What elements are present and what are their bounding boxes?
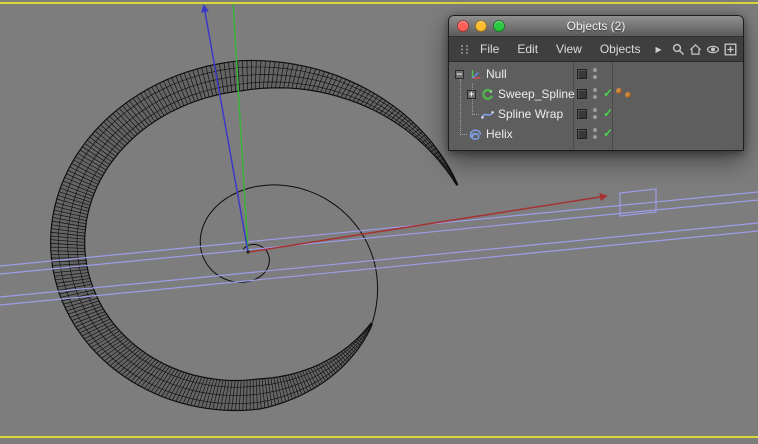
object-tree: − Null + Sweep_Spline ✓ Spline Wrap ✓ He… [449, 62, 743, 150]
spline-wrap-icon [480, 107, 494, 121]
menu-item-file[interactable]: File [471, 42, 508, 56]
window-title: Objects (2) [566, 19, 626, 33]
object-row-sweep-spline[interactable]: + Sweep_Spline ✓ [449, 84, 743, 104]
enabled-checkbox[interactable]: ✓ [603, 86, 613, 100]
visibility-toggles [593, 108, 597, 119]
render-visibility-dot[interactable] [593, 115, 597, 119]
object-label[interactable]: Sweep_Spline [498, 87, 575, 101]
visibility-toggles [593, 68, 597, 79]
menu-item-view[interactable]: View [547, 42, 591, 56]
menu-item-edit[interactable]: Edit [508, 42, 547, 56]
eye-icon[interactable] [706, 42, 720, 57]
collapse-expander-icon[interactable]: − [455, 69, 464, 79]
add-object-icon[interactable] [724, 42, 737, 57]
menu-item-objects[interactable]: Objects [591, 42, 650, 56]
visibility-toggles [593, 88, 597, 99]
render-visibility-dot[interactable] [593, 95, 597, 99]
enabled-checkbox[interactable]: ✓ [603, 106, 613, 120]
null-axis-icon [468, 67, 482, 81]
expand-expander-icon[interactable]: + [467, 89, 476, 99]
object-row-spline-wrap[interactable]: Spline Wrap ✓ [449, 104, 743, 124]
helix-icon [468, 127, 482, 141]
grip-icon[interactable] [460, 42, 469, 57]
enabled-checkbox[interactable]: ✓ [603, 126, 613, 140]
object-row-null[interactable]: − Null [449, 64, 743, 84]
object-manager-window: Objects (2) File Edit View Objects ▶ − N… [448, 15, 744, 151]
layer-toggle[interactable] [577, 109, 587, 119]
editor-visibility-dot[interactable] [593, 88, 597, 92]
panel-titlebar[interactable]: Objects (2) [449, 16, 743, 37]
viewport-border-top [0, 2, 758, 4]
menu-bar: File Edit View Objects ▶ [449, 37, 743, 62]
layer-toggle[interactable] [577, 69, 587, 79]
object-row-helix[interactable]: Helix ✓ [449, 124, 743, 144]
editor-visibility-dot[interactable] [593, 128, 597, 132]
menu-overflow-arrow[interactable]: ▶ [650, 45, 668, 54]
editor-visibility-dot[interactable] [593, 68, 597, 72]
visibility-toggles [593, 128, 597, 139]
sweep-icon [480, 87, 494, 101]
tag-dot-icon[interactable] [625, 92, 631, 98]
object-tags [616, 88, 631, 98]
search-icon[interactable] [672, 42, 685, 57]
render-visibility-dot[interactable] [593, 75, 597, 79]
layer-toggle[interactable] [577, 129, 587, 139]
home-icon[interactable] [689, 42, 702, 57]
viewport-border-bottom [0, 436, 758, 438]
object-label[interactable]: Spline Wrap [498, 107, 563, 121]
render-visibility-dot[interactable] [593, 135, 597, 139]
editor-visibility-dot[interactable] [593, 108, 597, 112]
layer-toggle[interactable] [577, 89, 587, 99]
object-label[interactable]: Null [486, 67, 507, 81]
object-label[interactable]: Helix [486, 127, 513, 141]
tag-dot-icon[interactable] [616, 88, 622, 94]
